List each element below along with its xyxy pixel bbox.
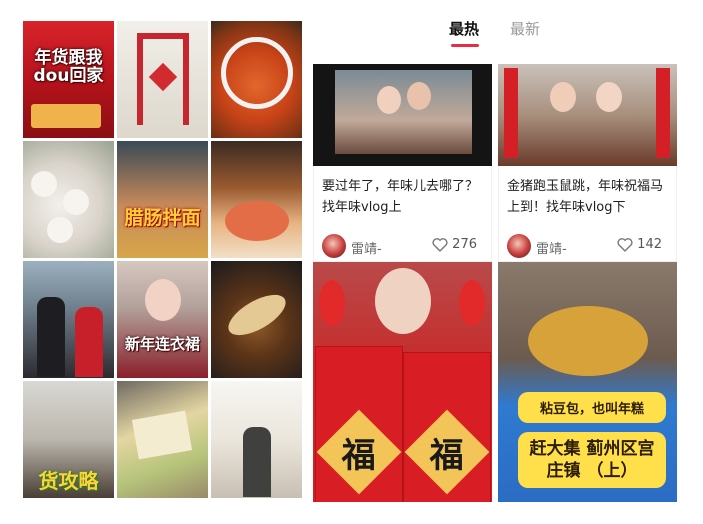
thumbnail-frame [335,70,472,154]
video-tile-sausage-noodles[interactable]: 腊肠拌面 [117,141,208,258]
video-tile-cooking[interactable] [211,381,302,498]
video-title: 要过年了，年味儿去哪了？找年味vlog上 [322,179,479,215]
person [75,307,103,377]
person [377,86,401,114]
person [550,82,576,112]
tab-hottest[interactable]: 最热 [449,18,479,39]
person [37,297,65,377]
tab-latest[interactable]: 最新 [510,18,540,39]
meatball [63,189,89,215]
nougat-piece [131,410,193,460]
person [243,427,271,497]
video-thumbnail [498,64,677,166]
tile-caption: 货攻略 [38,469,99,493]
caption-main: 赶大集 蓟州区宫庄镇 （上） [518,432,666,488]
dish-bowl [225,201,289,241]
tile-caption: 新年连衣裙 [124,335,200,353]
heart-icon[interactable] [432,237,448,252]
gift-boxes [31,104,101,128]
video-card[interactable]: 金猪跑玉鼠跳，年味祝福马上到！找年味vlog下 雷靖- 142 [498,64,677,262]
person [596,82,622,112]
video-grid: 年货跟我 dou回家 腊肠拌面 新年连衣裙 货攻略 [23,21,302,501]
tile-caption: 腊肠拌面 [124,207,201,229]
fish [222,286,292,344]
author-name[interactable]: 雷靖- [536,238,567,257]
caption-top: 粘豆包，也叫年糕 [518,392,666,423]
video-tile-meatballs[interactable] [23,141,114,258]
video-card[interactable]: 要过年了，年味儿去哪了？找年味vlog上 雷靖- 276 [313,64,492,262]
video-tile-couple-dance[interactable] [23,261,114,378]
video-tile-party-food[interactable] [211,141,302,258]
heart-icon[interactable] [617,237,633,252]
author-name[interactable]: 雷靖- [351,238,382,257]
video-tile-nougat[interactable] [117,381,208,498]
video-card-market[interactable]: 粘豆包，也叫年糕 赶大集 蓟州区宫庄镇 （上） [498,262,677,502]
video-tile-steamed-fish[interactable] [211,261,302,378]
meatball [47,217,73,243]
food-tray [528,306,648,376]
red-couplet [656,68,670,158]
video-thumbnail [313,64,492,166]
active-tab-indicator [451,44,479,47]
like-count: 142 [637,237,662,252]
video-card-red-envelope[interactable]: 福 福 [313,262,492,502]
avatar[interactable] [322,234,346,258]
video-tile-shopping-guide[interactable]: 货攻略 [23,381,114,498]
lantern [459,280,485,326]
video-title: 金猪跑玉鼠跳，年味祝福马上到！找年味vlog下 [507,179,664,215]
lantern [319,280,345,326]
feed-tabs: 最热 最新 [0,18,703,52]
face [375,268,431,334]
red-couplet [504,68,518,158]
face [145,279,181,321]
like-count: 276 [452,237,477,252]
avatar[interactable] [507,234,531,258]
person [407,82,431,110]
meatball [31,171,57,197]
video-tile-newyear-dress[interactable]: 新年连衣裙 [117,261,208,378]
tile-caption: 年货跟我 dou回家 [33,48,104,86]
